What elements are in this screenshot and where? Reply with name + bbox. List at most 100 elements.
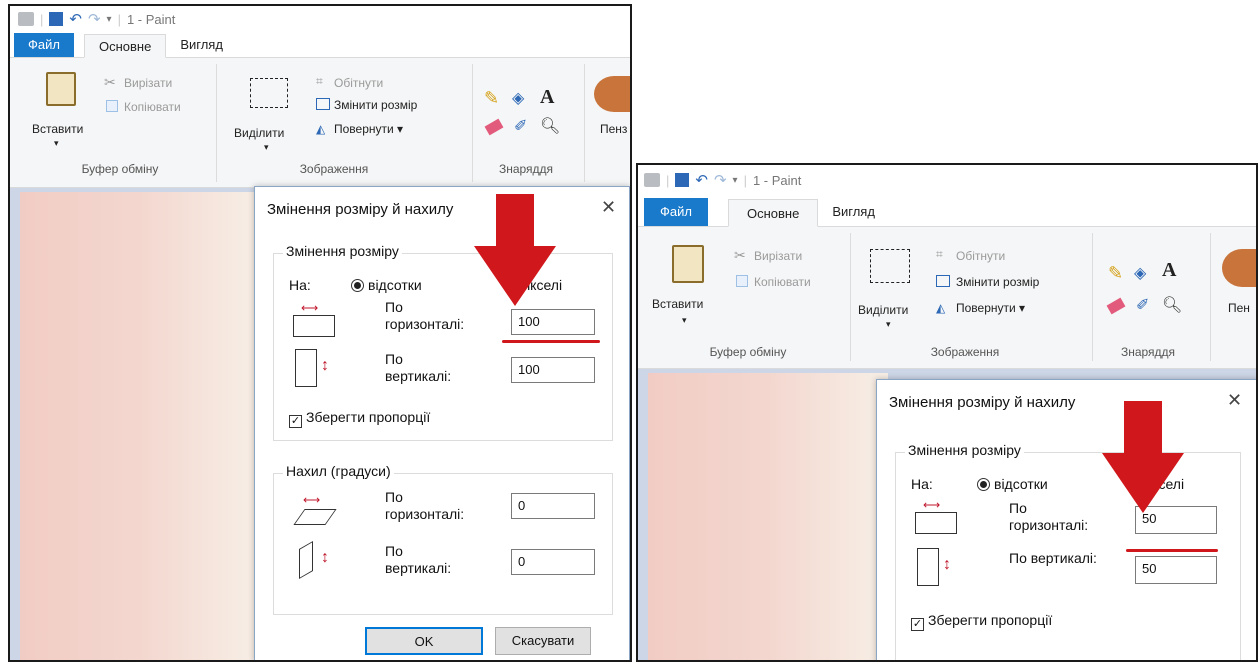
resize-vertical-input[interactable]: 50 [1135,556,1217,584]
paste-button-label[interactable]: Вставити [32,122,83,136]
highlight-underline [502,340,600,343]
crop-button[interactable]: Обітнути [334,76,383,90]
resize-button[interactable]: Змінити розмір [956,275,1039,289]
select-button-label[interactable]: Виділити [858,303,908,317]
copy-button[interactable]: Копіювати [754,275,811,289]
color-picker-icon[interactable]: ✐ [514,116,527,136]
right-screenshot: | ↶ ↷ ▾ | 1 - Paint Файл Основне Вигляд … [636,163,1258,662]
horizontal-resize-icon: ⟷ [915,499,957,534]
color-picker-icon[interactable]: ✐ [1136,295,1149,315]
save-icon[interactable] [675,173,690,187]
title-bar: | ↶ ↷ ▾ | 1 - Paint [638,165,1256,195]
by-label: На: [911,476,933,492]
magnifier-icon[interactable]: 🔍︎ [1162,295,1182,315]
cut-button[interactable]: Вирізати [754,249,802,263]
save-icon[interactable] [49,12,64,26]
group-label-tools: Знаряддя [498,162,554,176]
text-icon[interactable]: A [540,86,554,109]
close-icon[interactable]: ✕ [601,197,616,218]
copy-button[interactable]: Копіювати [124,100,181,114]
crop-icon: ⌗ [936,247,943,261]
image-canvas[interactable] [648,373,888,660]
eraser-icon[interactable] [484,118,504,136]
tab-home[interactable]: Основне [727,199,819,227]
ribbon-tabs: Файл Основне Вигляд [638,197,1256,227]
paste-icon[interactable] [672,245,704,283]
tab-view[interactable]: Вигляд [818,198,889,226]
crop-icon: ⌗ [316,74,323,88]
redo-icon[interactable]: ↷ [88,10,101,28]
paint-app-icon [18,12,34,26]
group-label-clipboard: Буфер обміну [81,162,159,176]
skew-horizontal-label: По горизонталі: [385,489,465,522]
select-icon[interactable] [250,78,288,108]
group-label-image: Зображення [299,162,369,176]
undo-icon[interactable]: ↶ [69,10,82,28]
undo-icon[interactable]: ↶ [695,171,708,189]
select-dropdown-icon[interactable]: ▾ [264,142,269,153]
rotate-icon: ◭ [936,301,946,315]
tab-file[interactable]: Файл [644,198,708,226]
skew-horizontal-input[interactable]: 0 [511,493,595,519]
pencil-icon[interactable]: ✎ [484,88,499,109]
resize-legend: Змінення розміру [905,442,1024,458]
dialog-title: Змінення розміру й нахилу [889,394,1076,411]
ribbon-tabs: Файл Основне Вигляд [10,32,630,58]
percent-radio[interactable]: відсотки [977,476,1048,493]
brushes-button-label[interactable]: Пен [1228,301,1250,315]
eraser-icon[interactable] [1106,297,1126,315]
crop-button[interactable]: Обітнути [956,249,1005,263]
resize-horizontal-label: По горизонталі: [1009,500,1089,533]
resize-vertical-label: По вертикалі: [385,351,452,384]
ribbon: Вставити ▾ ✂ Вирізати Копіювати Буфер об… [638,227,1256,369]
customize-qa-icon[interactable]: ▾ [733,175,738,186]
keep-ratio-checkbox[interactable]: ✓ Зберегти пропорції [289,409,430,428]
red-arrow-icon [1102,401,1184,513]
keep-ratio-label: Зберегти пропорції [306,409,431,425]
highlight-underline [1126,549,1218,552]
rotate-button[interactable]: Повернути ▾ [956,301,1025,315]
paste-dropdown-icon[interactable]: ▾ [682,315,687,326]
skew-vertical-input[interactable]: 0 [511,549,595,575]
window-title: 1 - Paint [752,172,802,188]
image-canvas[interactable] [20,192,260,660]
percent-radio[interactable]: відсотки [351,277,422,294]
fill-icon[interactable]: ◈ [1134,263,1146,283]
cut-button[interactable]: Вирізати [124,76,172,90]
keep-ratio-checkbox[interactable]: ✓ Зберегти пропорції [911,612,1052,631]
window-title: 1 - Paint [126,11,176,27]
fill-icon[interactable]: ◈ [512,88,524,108]
text-icon[interactable]: A [1162,259,1176,282]
resize-vertical-label: По вертикалі: [1009,550,1097,566]
checkmark-icon: ✓ [289,415,302,428]
magnifier-icon[interactable]: 🔍︎ [540,116,560,136]
group-label-image: Зображення [930,345,1000,359]
red-arrow-icon [474,194,556,306]
resize-vertical-input[interactable]: 100 [511,357,595,383]
select-icon[interactable] [870,249,910,283]
brushes-button-label[interactable]: Пенз [600,122,627,136]
brushes-icon[interactable] [1222,249,1256,287]
ok-button[interactable]: OK [365,627,483,655]
group-label-clipboard: Буфер обміну [709,345,787,359]
dialog-title: Змінення розміру й нахилу [267,201,454,218]
paste-button-label[interactable]: Вставити [652,297,703,311]
cancel-button[interactable]: Скасувати [495,627,591,655]
tab-home[interactable]: Основне [83,34,167,58]
brushes-icon[interactable] [594,76,630,112]
rotate-button[interactable]: Повернути ▾ [334,122,403,136]
tab-file[interactable]: Файл [14,33,74,57]
vertical-resize-icon: ↕ [295,349,335,389]
close-icon[interactable]: ✕ [1227,390,1242,411]
paste-icon[interactable] [46,72,76,106]
select-button-label[interactable]: Виділити [234,126,284,140]
vertical-skew-icon: ↕ [299,540,339,580]
redo-icon[interactable]: ↷ [714,171,727,189]
resize-horizontal-input[interactable]: 100 [511,309,595,335]
customize-qa-icon[interactable]: ▾ [107,14,112,25]
resize-button[interactable]: Змінити розмір [334,98,417,112]
pencil-icon[interactable]: ✎ [1108,263,1123,284]
paste-dropdown-icon[interactable]: ▾ [54,138,59,149]
tab-view[interactable]: Вигляд [166,33,237,57]
select-dropdown-icon[interactable]: ▾ [886,319,891,330]
